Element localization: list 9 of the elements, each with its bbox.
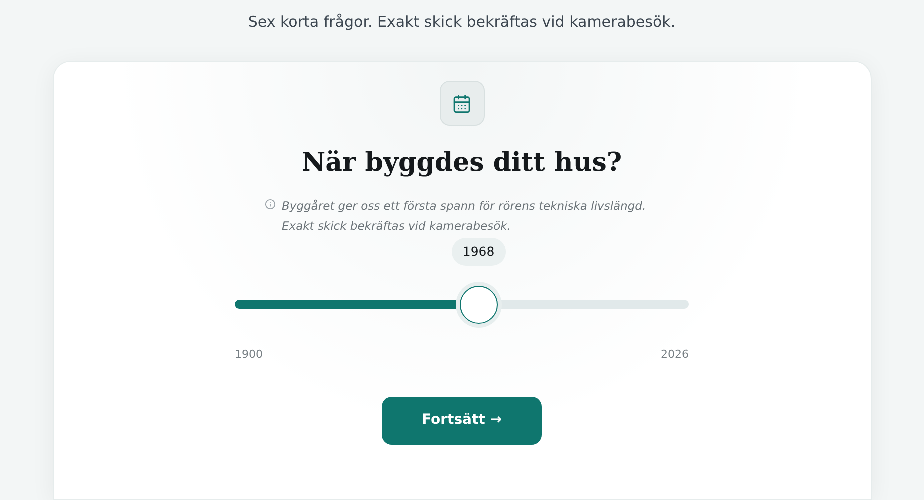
info-icon bbox=[265, 199, 276, 210]
min-label: 1900 bbox=[235, 347, 263, 363]
value-tooltip: 1968 bbox=[452, 238, 506, 266]
subtitle: Sex korta frågor. Exakt skick bekräftas vid kamerabesök. bbox=[248, 12, 676, 32]
info-note: Byggåret ger oss ett första spann för rörens tekniska livslängd. Exakt skick bekräftas vid kamerabesök. bbox=[282, 198, 646, 235]
continue-button[interactable]: Fortsätt → bbox=[382, 396, 542, 444]
calendar-icon bbox=[440, 81, 484, 126]
max-label: 2026 bbox=[661, 347, 689, 363]
question-title: När byggdes ditt hus? bbox=[302, 147, 622, 180]
